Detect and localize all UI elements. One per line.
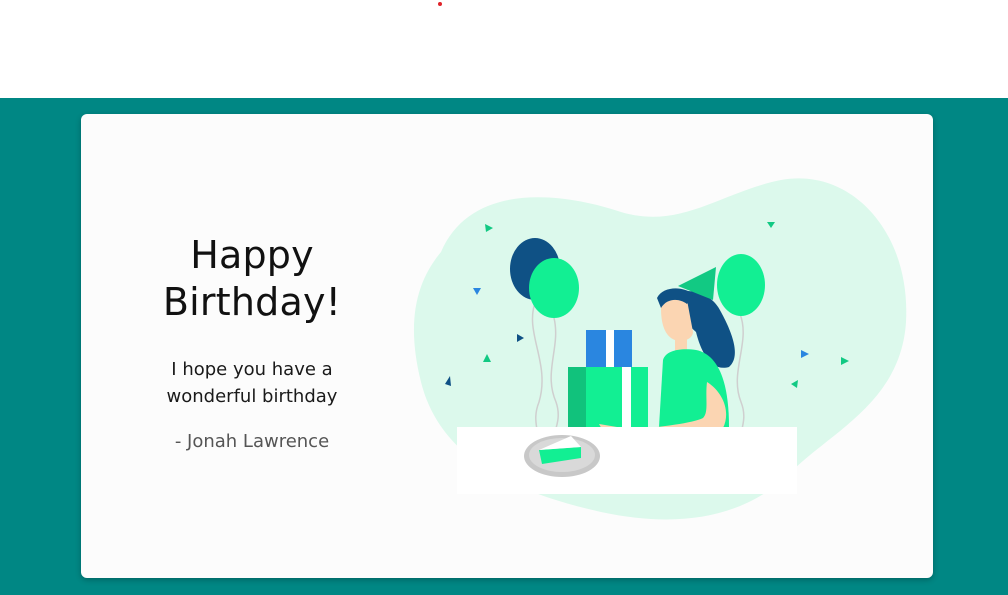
gift-small-ribbon xyxy=(606,330,614,368)
title-line-2: Birthday! xyxy=(162,280,342,324)
birthday-party-illustration xyxy=(413,178,907,520)
title-line-1: Happy xyxy=(190,233,314,277)
birthday-card: Happy Birthday! I hope you have a wonder… xyxy=(81,114,933,578)
balloon-green xyxy=(529,258,579,318)
card-signature: - Jonah Lawrence xyxy=(174,431,330,452)
card-message: I hope you have a wonderful birthday xyxy=(141,356,363,410)
person-neck xyxy=(675,334,687,352)
gift-large-shade xyxy=(568,367,586,427)
top-area xyxy=(0,0,1008,98)
red-dot xyxy=(438,2,442,6)
card-title: Happy Birthday! xyxy=(141,232,363,326)
card-text: Happy Birthday! I hope you have a wonder… xyxy=(141,232,363,455)
balloon-green-right xyxy=(717,254,765,316)
table xyxy=(457,427,797,494)
message-line-1: I hope you have a xyxy=(171,359,333,380)
message-line-2: wonderful birthday xyxy=(166,386,338,407)
gift-large-ribbon xyxy=(622,367,631,427)
